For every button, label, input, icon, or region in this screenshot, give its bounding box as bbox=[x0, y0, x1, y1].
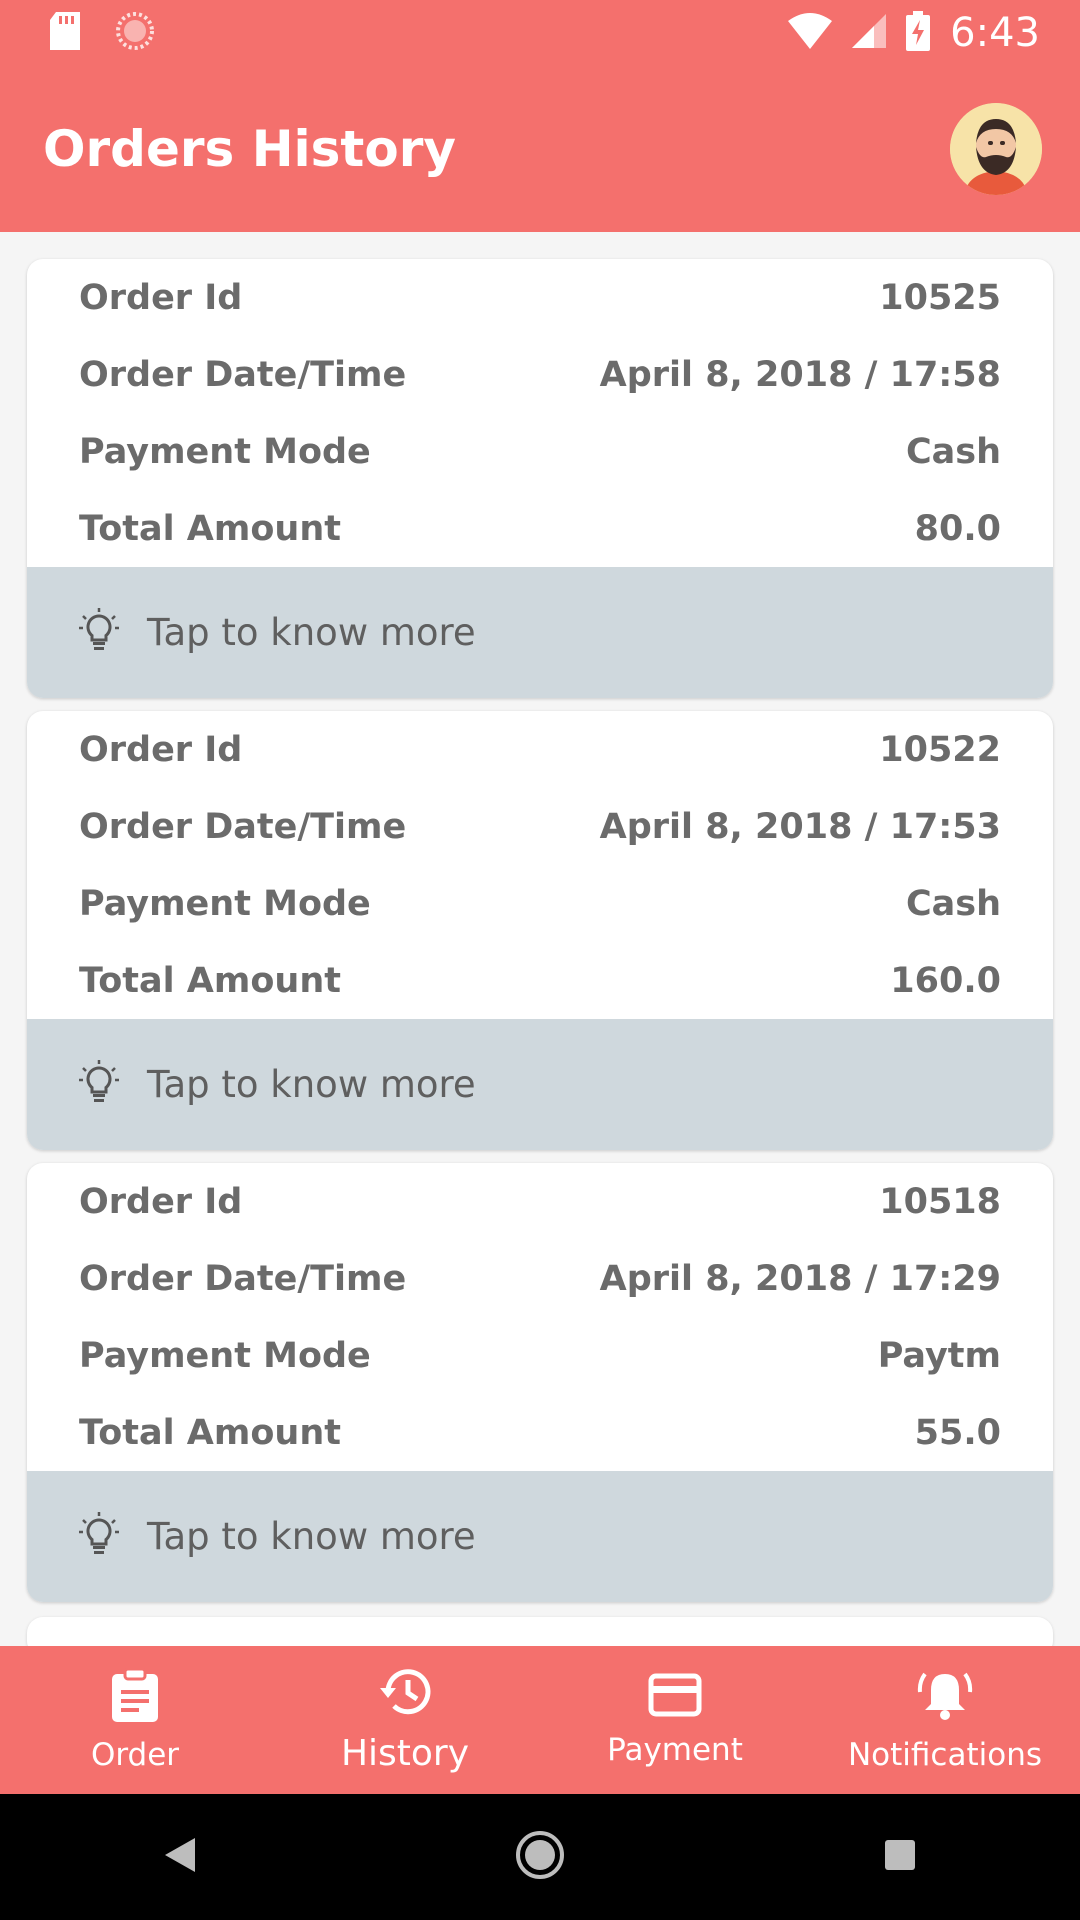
field-label: Order Id bbox=[79, 277, 243, 318]
field-value: 160.0 bbox=[890, 960, 1001, 1001]
system-nav-bar bbox=[0, 1794, 1080, 1920]
field-value: 10522 bbox=[879, 729, 1001, 770]
page-title: Orders History bbox=[43, 120, 456, 178]
field-value: 10525 bbox=[879, 277, 1001, 318]
battery-charging-icon bbox=[906, 10, 931, 56]
sd-card-icon bbox=[50, 11, 80, 55]
field-label: Total Amount bbox=[79, 960, 341, 1001]
field-value: April 8, 2018 / 17:29 bbox=[599, 1258, 1001, 1299]
tap-to-know-more-label: Tap to know more bbox=[147, 1515, 476, 1558]
tap-to-know-more-button[interactable]: Tap to know more bbox=[27, 1471, 1053, 1602]
payment-mode-row: Payment Mode Cash bbox=[79, 413, 1001, 490]
field-label: Payment Mode bbox=[79, 431, 371, 472]
field-label: Order Date/Time bbox=[79, 1258, 407, 1299]
order-datetime-row: Order Date/Time April 8, 2018 / 17:53 bbox=[79, 788, 1001, 865]
order-card[interactable]: Order Id 10518 Order Date/Time April 8, … bbox=[27, 1163, 1053, 1602]
order-id-row: Order Id 10525 bbox=[79, 259, 1001, 336]
tap-to-know-more-button[interactable]: Tap to know more bbox=[27, 567, 1053, 698]
total-amount-row: Total Amount 80.0 bbox=[79, 490, 1001, 567]
order-datetime-row: Order Date/Time April 8, 2018 / 17:29 bbox=[79, 1240, 1001, 1317]
nav-history[interactable]: History bbox=[270, 1646, 540, 1794]
field-value: 55.0 bbox=[914, 1412, 1001, 1453]
field-label: Order Id bbox=[79, 1181, 243, 1222]
back-triangle-icon bbox=[163, 1836, 197, 1879]
clipboard-icon bbox=[110, 1667, 160, 1727]
nav-payment[interactable]: Payment bbox=[540, 1646, 810, 1794]
field-value: Cash bbox=[905, 431, 1001, 472]
system-home-button[interactable] bbox=[480, 1807, 600, 1907]
lightbulb-icon bbox=[79, 1512, 119, 1561]
order-datetime-row: Order Date/Time April 8, 2018 / 17:58 bbox=[79, 336, 1001, 413]
bell-icon bbox=[917, 1668, 973, 1727]
field-value: 80.0 bbox=[914, 508, 1001, 549]
home-circle-icon bbox=[515, 1830, 565, 1885]
lightbulb-icon bbox=[79, 1060, 119, 1109]
field-value: Paytm bbox=[877, 1335, 1001, 1376]
field-label: Order Date/Time bbox=[79, 806, 407, 847]
nav-notifications-label: Notifications bbox=[847, 1736, 1043, 1773]
avatar[interactable] bbox=[950, 103, 1042, 195]
nav-payment-label: Payment bbox=[607, 1731, 743, 1768]
order-card[interactable]: Order Id 10522 Order Date/Time April 8, … bbox=[27, 711, 1053, 1150]
field-value: April 8, 2018 / 17:58 bbox=[599, 354, 1001, 395]
field-label: Order Date/Time bbox=[79, 354, 407, 395]
field-value: Cash bbox=[905, 883, 1001, 924]
field-label: Total Amount bbox=[79, 508, 341, 549]
orders-list[interactable]: Order Id 10525 Order Date/Time April 8, … bbox=[0, 232, 1080, 1646]
order-id-row: Order Id 10518 bbox=[79, 1163, 1001, 1240]
order-id-row: Order Id 10522 bbox=[79, 711, 1001, 788]
tap-to-know-more-button[interactable]: Tap to know more bbox=[27, 1019, 1053, 1150]
credit-card-icon bbox=[648, 1673, 702, 1722]
sync-icon bbox=[116, 11, 154, 55]
system-back-button[interactable] bbox=[120, 1807, 240, 1907]
screen: 6:43 Orders History Order Id 10525 Order… bbox=[0, 0, 1080, 1920]
tap-to-know-more-label: Tap to know more bbox=[147, 1063, 476, 1106]
system-recents-button[interactable] bbox=[840, 1807, 960, 1907]
app-bar: Orders History bbox=[0, 66, 1080, 232]
payment-mode-row: Payment Mode Paytm bbox=[79, 1317, 1001, 1394]
status-bar: 6:43 bbox=[0, 0, 1080, 66]
history-icon bbox=[378, 1666, 432, 1723]
field-value: 10518 bbox=[879, 1181, 1001, 1222]
recents-square-icon bbox=[883, 1838, 917, 1877]
payment-mode-row: Payment Mode Cash bbox=[79, 865, 1001, 942]
field-label: Payment Mode bbox=[79, 1335, 371, 1376]
total-amount-row: Total Amount 55.0 bbox=[79, 1394, 1001, 1471]
field-label: Total Amount bbox=[79, 1412, 341, 1453]
nav-order[interactable]: Order bbox=[0, 1646, 270, 1794]
field-value: April 8, 2018 / 17:53 bbox=[599, 806, 1001, 847]
tap-to-know-more-label: Tap to know more bbox=[147, 611, 476, 654]
nav-order-label: Order bbox=[90, 1736, 180, 1773]
wifi-icon bbox=[788, 12, 833, 54]
lightbulb-icon bbox=[79, 608, 119, 657]
field-label: Order Id bbox=[79, 729, 243, 770]
signal-icon bbox=[852, 13, 887, 53]
total-amount-row: Total Amount 160.0 bbox=[79, 942, 1001, 1019]
bottom-nav: Order History Payment Notifications bbox=[0, 1646, 1080, 1794]
nav-notifications[interactable]: Notifications bbox=[810, 1646, 1080, 1794]
nav-history-label: History bbox=[340, 1733, 470, 1774]
status-time: 6:43 bbox=[950, 10, 1040, 56]
order-card[interactable]: Order Id 10525 Order Date/Time April 8, … bbox=[27, 259, 1053, 698]
field-label: Payment Mode bbox=[79, 883, 371, 924]
